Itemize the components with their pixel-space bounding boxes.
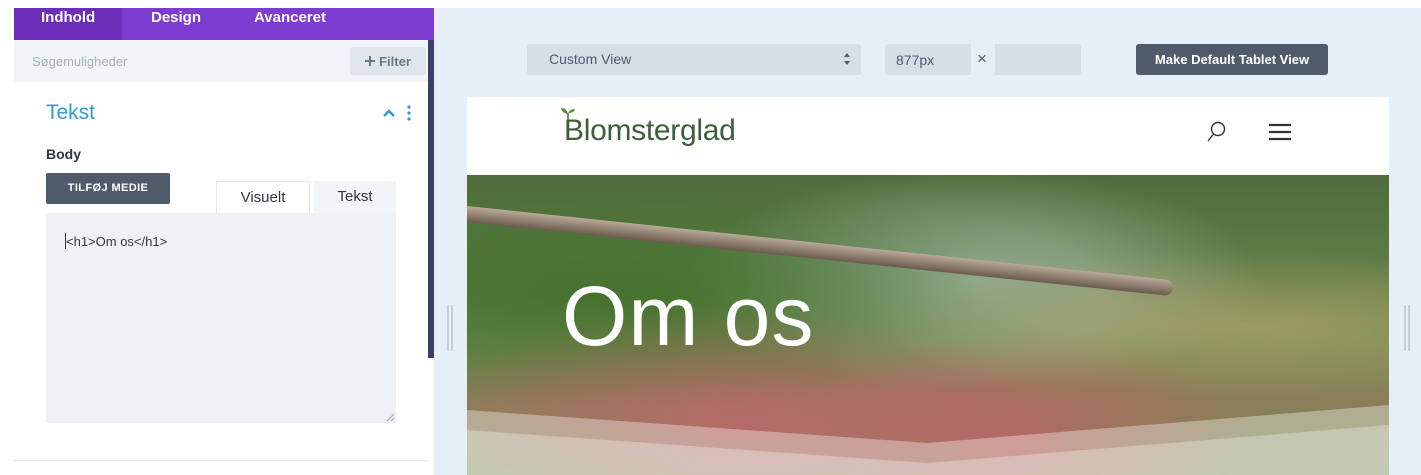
drag-handle-icon[interactable]	[446, 305, 454, 351]
tab-design[interactable]: Design	[151, 8, 201, 40]
preview-width-input[interactable]	[885, 44, 971, 75]
preview-top-strip	[434, 0, 1421, 8]
code-editor-content: <h1>Om os</h1>	[66, 234, 168, 249]
section-title[interactable]: Tekst	[46, 101, 95, 125]
tab-advanced[interactable]: Avanceret	[254, 8, 326, 40]
site-preview-frame: Blomsterglad Om os	[467, 97, 1389, 475]
hero-title: Om os	[562, 269, 815, 363]
hamburger-menu-icon[interactable]	[1268, 123, 1292, 141]
hero-divider-shape	[467, 405, 1389, 475]
preview-height-input[interactable]	[995, 44, 1081, 75]
site-header: Blomsterglad	[467, 97, 1389, 175]
add-media-button[interactable]: TILFØJ MEDIE	[46, 173, 170, 204]
make-default-tablet-view-button[interactable]: Make Default Tablet View	[1136, 44, 1328, 75]
chevron-up-icon[interactable]	[381, 106, 397, 120]
panel-divider	[14, 460, 428, 461]
plus-icon	[365, 56, 376, 66]
tab-text-editor[interactable]: Tekst	[314, 181, 396, 213]
tab-visual-editor[interactable]: Visuelt	[216, 181, 310, 213]
search-options-input[interactable]	[14, 40, 348, 82]
search-icon[interactable]	[1207, 121, 1227, 143]
body-field-label: Body	[46, 146, 81, 162]
resize-grip-icon[interactable]	[386, 413, 395, 422]
site-logo[interactable]: Blomsterglad	[564, 114, 736, 148]
view-mode-value: Custom View	[549, 51, 632, 67]
settings-tabs: Indhold Design Avanceret	[14, 8, 434, 40]
hero-section: Om os	[467, 175, 1389, 475]
search-row: Filter	[14, 40, 428, 82]
drag-handle-icon[interactable]	[1403, 305, 1411, 351]
filter-button[interactable]: Filter	[350, 47, 426, 75]
settings-panel: Indhold Design Avanceret Filter Tekst Bo…	[0, 0, 434, 475]
tab-content[interactable]: Indhold	[14, 8, 123, 40]
view-mode-select[interactable]: Custom View	[527, 44, 861, 75]
text-caret	[65, 233, 66, 249]
filter-button-label: Filter	[379, 53, 411, 69]
select-arrows-icon	[844, 53, 850, 65]
kebab-menu-icon[interactable]	[405, 104, 413, 122]
dimension-separator: ×	[977, 49, 987, 68]
